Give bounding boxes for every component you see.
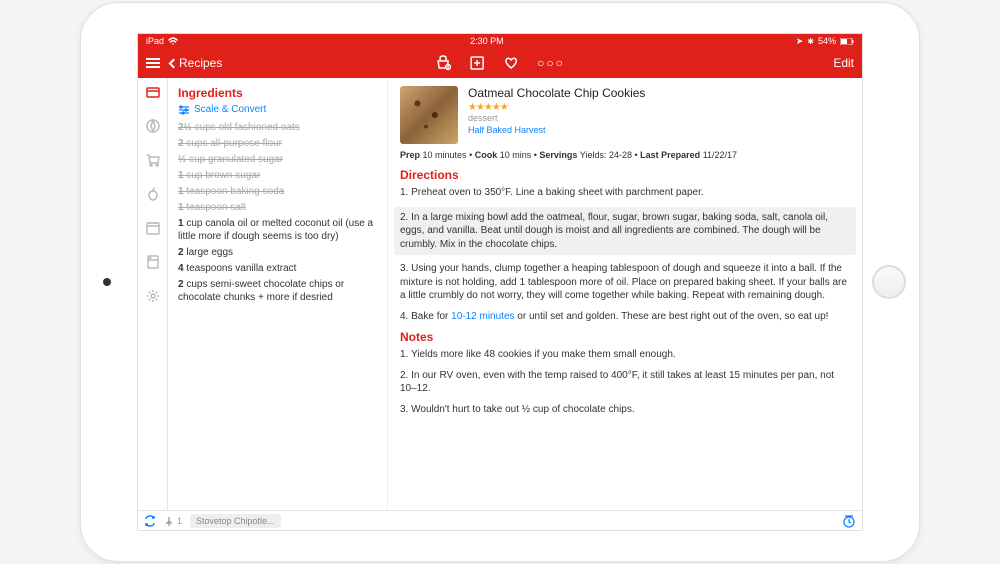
ingredients-title: Ingredients	[178, 86, 377, 100]
chevron-left-icon	[169, 58, 179, 68]
direction-step[interactable]: 2. In a large mixing bowl add the oatmea…	[394, 207, 856, 256]
note-item: 2. In our RV oven, even with the temp ra…	[400, 369, 850, 396]
sidebar-cart-icon[interactable]	[145, 152, 161, 168]
status-bar: iPad 2:30 PM ➤ ✱ 54%	[138, 34, 862, 48]
sidebar-kitchen-icon[interactable]	[145, 254, 161, 270]
menu-button[interactable]	[146, 58, 160, 68]
time-link[interactable]: 10-12 minutes	[451, 311, 514, 322]
back-label: Recipes	[179, 56, 222, 70]
recipe-source-link[interactable]: Half Baked Harvest	[468, 125, 645, 135]
directions-title: Directions	[400, 168, 850, 182]
edit-button[interactable]: Edit	[833, 56, 854, 70]
ingredient-item[interactable]: 2 large eggs	[178, 246, 377, 259]
recipe-meta-line: Prep 10 minutes • Cook 10 mins • Serving…	[400, 150, 850, 160]
ingredient-item[interactable]: 2 cups semi-sweet chocolate chips or cho…	[178, 278, 377, 304]
camera-dot	[103, 278, 111, 286]
nav-bar: Recipes ○○○ Edit	[138, 48, 862, 78]
scale-convert-label: Scale & Convert	[194, 104, 266, 115]
ipad-frame: iPad 2:30 PM ➤ ✱ 54% Recipes	[80, 2, 920, 562]
content-area: Ingredients Scale & Convert 2½ cups old …	[138, 78, 862, 510]
ingredient-item[interactable]: 1 cup brown sugar	[178, 169, 377, 182]
bottom-bar: 1 Stovetop Chipotle...	[138, 510, 862, 530]
battery-label: 54%	[818, 36, 836, 46]
sidebar-settings-icon[interactable]	[145, 288, 161, 304]
pin-section[interactable]: 1	[164, 516, 182, 526]
app-screen: iPad 2:30 PM ➤ ✱ 54% Recipes	[137, 33, 863, 531]
recipe-panel: Oatmeal Chocolate Chip Cookies ★★★★★ des…	[388, 78, 862, 510]
ingredients-panel: Ingredients Scale & Convert 2½ cups old …	[168, 78, 388, 510]
ingredient-item[interactable]: 4 teaspoons vanilla extract	[178, 262, 377, 275]
wifi-icon	[168, 36, 178, 46]
home-button[interactable]	[872, 265, 906, 299]
ingredient-item[interactable]: 1 cup canola oil or melted coconut oil (…	[178, 217, 377, 243]
direction-step[interactable]: 1. Preheat oven to 350°F. Line a baking …	[400, 186, 850, 200]
ingredient-item[interactable]: 2 cups all-purpose flour	[178, 137, 377, 150]
notes-title: Notes	[400, 330, 850, 344]
heart-icon[interactable]	[503, 55, 519, 71]
ingredient-item[interactable]: ½ cup granulated sugar	[178, 153, 377, 166]
note-item: 1. Yields more like 48 cookies if you ma…	[400, 348, 850, 362]
timer-icon[interactable]	[842, 514, 856, 528]
sliders-icon	[178, 105, 190, 115]
ingredient-item[interactable]: 1 teaspoon salt	[178, 201, 377, 214]
recipe-header: Oatmeal Chocolate Chip Cookies ★★★★★ des…	[400, 86, 850, 144]
recipe-image[interactable]	[400, 86, 458, 144]
battery-icon	[840, 38, 854, 45]
sidebar	[138, 78, 168, 510]
more-icon[interactable]: ○○○	[537, 56, 565, 70]
ingredient-item[interactable]: 1 teaspoon baking soda	[178, 185, 377, 198]
direction-step[interactable]: 3. Using your hands, clump together a he…	[400, 262, 850, 303]
pin-count-label: 1	[177, 516, 182, 526]
main-area: Ingredients Scale & Convert 2½ cups old …	[168, 78, 862, 510]
direction-step[interactable]: 4. Bake for 10-12 minutes or until set a…	[400, 310, 850, 324]
sidebar-browse-icon[interactable]	[145, 118, 161, 134]
basket-icon[interactable]	[435, 55, 451, 71]
rating-stars[interactable]: ★★★★★	[468, 102, 645, 113]
recipe-title: Oatmeal Chocolate Chip Cookies	[468, 86, 645, 100]
pinned-recipe-chip[interactable]: Stovetop Chipotle...	[190, 514, 281, 528]
carrier-label: iPad	[146, 36, 164, 46]
sidebar-apple-icon[interactable]	[145, 186, 161, 202]
bluetooth-icon: ✱	[807, 37, 814, 46]
scale-convert-button[interactable]: Scale & Convert	[178, 104, 377, 115]
nav-arrow-icon: ➤	[796, 36, 804, 47]
time-label: 2:30 PM	[470, 36, 504, 46]
back-button[interactable]: Recipes	[170, 56, 222, 70]
recipe-category: dessert	[468, 113, 498, 123]
note-item: 3. Wouldn't hurt to take out ½ cup of ch…	[400, 403, 850, 417]
sync-icon[interactable]	[144, 515, 156, 527]
sidebar-recipebox-icon[interactable]	[145, 84, 161, 100]
add-recipe-icon[interactable]	[469, 55, 485, 71]
sidebar-calendar-icon[interactable]	[145, 220, 161, 236]
pin-icon	[164, 516, 174, 526]
ingredient-item[interactable]: 2½ cups old fashioned oats	[178, 121, 377, 134]
